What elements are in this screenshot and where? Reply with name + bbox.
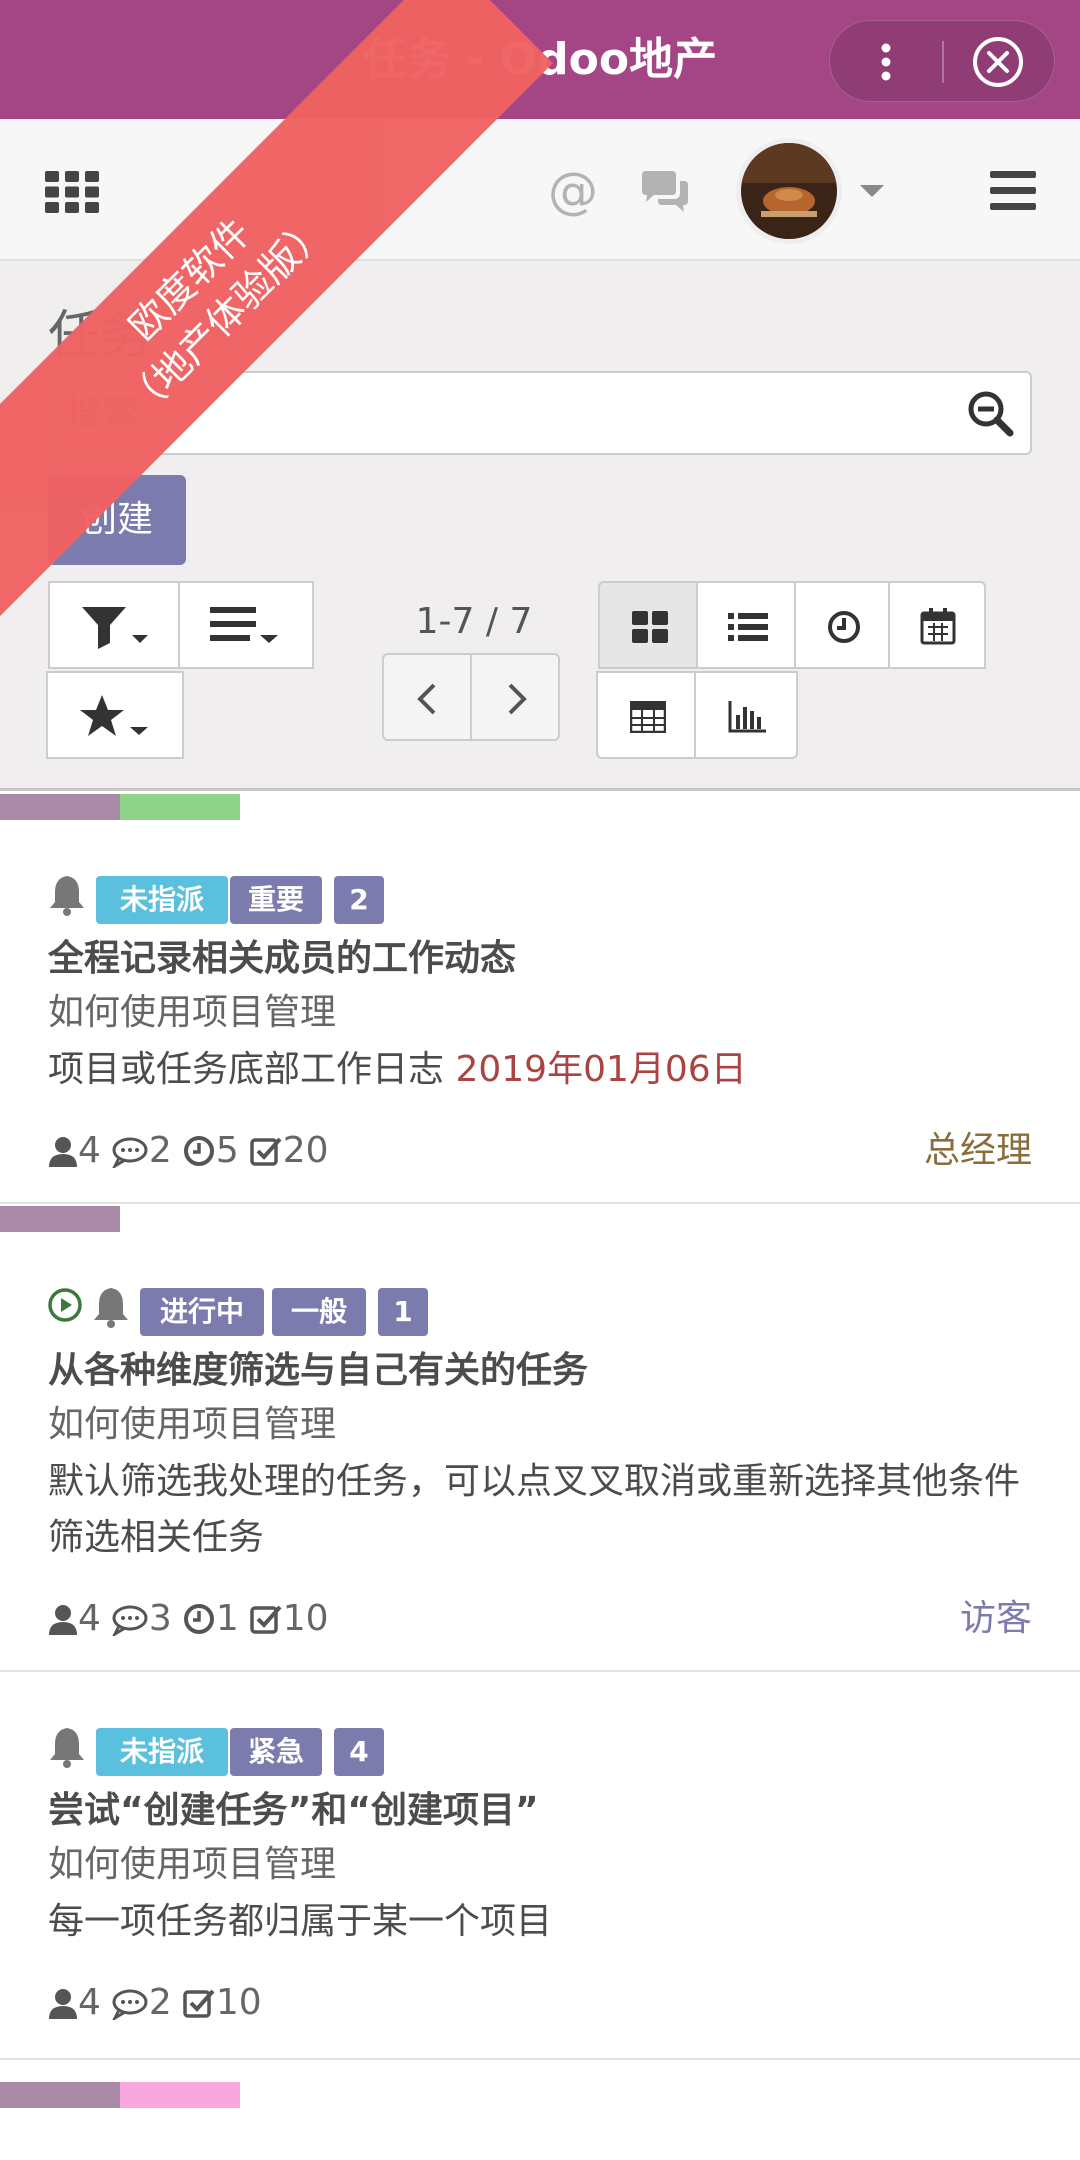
color-bar-tag xyxy=(120,2082,240,2108)
message-icon[interactable] xyxy=(111,1604,149,1638)
card-description: 每一项任务都归属于某一个项目 xyxy=(48,1901,553,1942)
color-bar-tag xyxy=(120,794,240,820)
users-count: 4 xyxy=(78,1130,101,1171)
chat-icon[interactable] xyxy=(638,169,692,215)
status-tag: 未指派 xyxy=(96,876,228,924)
card-description-text: 项目或任务底部工作日志 xyxy=(48,1049,445,1090)
card-assignee: 访客 xyxy=(959,1598,1032,1639)
pager-previous-button[interactable] xyxy=(382,653,472,741)
card-project: 如何使用项目管理 xyxy=(48,1844,337,1885)
view-calendar-button[interactable] xyxy=(888,581,986,669)
color-bar-stage xyxy=(0,1206,120,1232)
card-stats: 4 2 5 20 xyxy=(48,1126,339,1176)
messages-count: 3 xyxy=(148,1598,172,1639)
checklist-icon xyxy=(183,1989,215,2018)
checks-count: 20 xyxy=(282,1130,329,1171)
card-description: 项目或任务底部工作日志 2019年01月06日 xyxy=(48,1042,1038,1098)
clock-icon xyxy=(828,611,860,643)
hamburger-menu-icon[interactable] xyxy=(990,171,1036,211)
list-icon xyxy=(728,613,768,641)
kanban-card[interactable] xyxy=(0,2062,1080,2160)
user-avatar[interactable] xyxy=(736,138,842,244)
search-icon[interactable] xyxy=(966,389,1014,437)
checklist-icon xyxy=(249,1605,282,1634)
view-list-button[interactable] xyxy=(696,581,796,669)
chevron-right-icon xyxy=(508,683,527,715)
apps-grid-icon[interactable] xyxy=(45,171,99,213)
mini-program-capsule xyxy=(829,20,1055,102)
checks-count: 10 xyxy=(282,1598,329,1639)
top-navbar: @ xyxy=(0,119,1080,261)
priority-tag: 一般 xyxy=(272,1288,366,1336)
calendar-icon xyxy=(920,608,956,645)
bar-chart-icon xyxy=(728,701,766,733)
message-icon[interactable] xyxy=(111,1988,149,2022)
view-kanban-button[interactable] xyxy=(598,581,698,669)
card-project: 如何使用项目管理 xyxy=(48,992,337,1033)
count-tag: 1 xyxy=(378,1288,428,1336)
users-count: 4 xyxy=(78,1598,101,1639)
priority-tag: 紧急 xyxy=(230,1728,322,1776)
users-icon xyxy=(49,1989,77,2019)
messages-count: 2 xyxy=(148,1982,172,2023)
table-icon xyxy=(630,701,666,733)
priority-tag: 重要 xyxy=(230,876,322,924)
pager-value[interactable]: 1-7 / 7 xyxy=(414,597,534,647)
play-icon xyxy=(48,1288,82,1322)
mention-icon[interactable]: @ xyxy=(548,161,598,221)
more-options-icon[interactable] xyxy=(830,21,942,103)
group-by-icon xyxy=(210,607,278,643)
filter-icon xyxy=(82,607,148,649)
color-bar-stage xyxy=(0,2082,120,2108)
kanban-icon xyxy=(632,611,668,643)
users-icon xyxy=(49,1605,77,1635)
card-project: 如何使用项目管理 xyxy=(48,1404,337,1445)
activities-count: 5 xyxy=(215,1130,239,1171)
users-count: 4 xyxy=(78,1982,101,2023)
chevron-left-icon xyxy=(417,683,436,715)
view-activity-button[interactable] xyxy=(794,581,890,669)
activities-count: 1 xyxy=(215,1598,239,1639)
card-stats: 4 2 10 xyxy=(48,1978,272,2028)
close-icon[interactable] xyxy=(944,21,1056,103)
pager-next-button[interactable] xyxy=(470,653,560,741)
kanban-card[interactable]: 进行中 一般 1 从各种维度筛选与自己有关的任务 如何使用项目管理 默认筛选我处… xyxy=(0,1206,1080,1672)
card-title[interactable]: 尝试“创建任务”和“创建项目” xyxy=(48,1786,539,1836)
count-tag: 2 xyxy=(334,876,384,924)
view-pivot-button[interactable] xyxy=(596,671,696,759)
activity-clock-icon[interactable] xyxy=(182,1134,216,1168)
messages-count: 2 xyxy=(148,1130,172,1171)
filter-button[interactable] xyxy=(48,581,180,669)
checklist-icon xyxy=(249,1137,282,1166)
card-assignee: 总经理 xyxy=(923,1130,1032,1171)
card-title[interactable]: 从各种维度筛选与自己有关的任务 xyxy=(48,1346,588,1396)
card-date: 2019年01月06日 xyxy=(455,1049,747,1090)
status-tag: 进行中 xyxy=(140,1288,264,1336)
user-menu-caret-icon[interactable] xyxy=(860,185,884,197)
card-description: 默认筛选我处理的任务，可以点叉叉取消或重新选择其他条件筛选相关任务 xyxy=(48,1461,1021,1558)
color-bar-stage xyxy=(0,794,120,820)
view-graph-button[interactable] xyxy=(694,671,798,759)
count-tag: 4 xyxy=(334,1728,384,1776)
status-tag: 未指派 xyxy=(96,1728,228,1776)
kanban-card[interactable]: 未指派 重要 2 全程记录相关成员的工作动态 如何使用项目管理 项目或任务底部工… xyxy=(0,794,1080,1204)
star-icon xyxy=(80,695,148,736)
card-stats: 4 3 1 10 xyxy=(48,1594,339,1644)
card-title[interactable]: 全程记录相关成员的工作动态 xyxy=(48,934,516,984)
bell-icon[interactable] xyxy=(48,874,86,916)
bell-icon[interactable] xyxy=(48,1726,86,1768)
favorites-button[interactable] xyxy=(46,671,184,759)
message-icon[interactable] xyxy=(111,1136,149,1170)
bell-icon[interactable] xyxy=(92,1286,130,1328)
checks-count: 10 xyxy=(215,1982,262,2023)
activity-clock-icon[interactable] xyxy=(182,1602,216,1636)
users-icon xyxy=(49,1137,77,1167)
kanban-card[interactable]: 未指派 紧急 4 尝试“创建任务”和“创建项目” 如何使用项目管理 每一项任务都… xyxy=(0,1674,1080,2060)
group-by-button[interactable] xyxy=(178,581,314,669)
